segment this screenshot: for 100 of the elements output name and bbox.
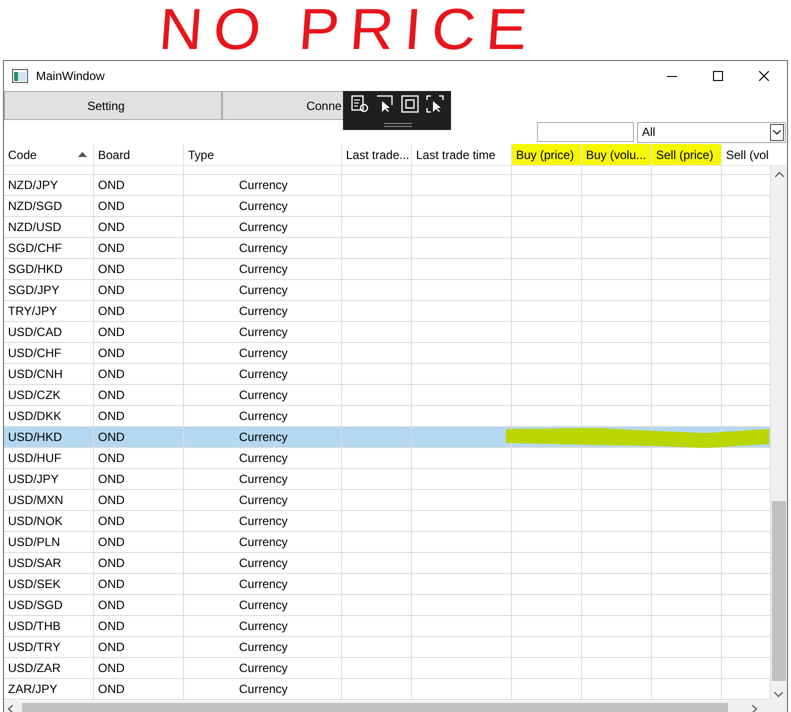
table-cell: USD/CZK: [4, 385, 94, 406]
table-row[interactable]: USD/TRY OND Currency: [4, 637, 771, 658]
table-cell: OND: [94, 175, 184, 196]
chevron-down-icon: [773, 130, 781, 134]
table-cell: [652, 166, 722, 175]
scroll-right-icon: [752, 705, 757, 712]
table-cell: Currency: [184, 595, 342, 616]
table-row[interactable]: SGD/JPY OND Currency: [4, 280, 771, 301]
scroll-up-icon: [774, 172, 784, 177]
table-cell: Currency: [184, 553, 342, 574]
table-cell: USD/ZAR: [4, 658, 94, 679]
app-icon: [12, 69, 28, 83]
table-cell: Currency: [184, 427, 342, 448]
table-cell: OND: [94, 280, 184, 301]
table-cell: USD/NOK: [4, 511, 94, 532]
column-header[interactable]: Sell (price): [652, 144, 722, 166]
table-cell: OND: [94, 637, 184, 658]
table-cell: NZD/SGD: [4, 196, 94, 217]
cursor-icon[interactable]: [376, 95, 394, 113]
table-cell: OND: [94, 532, 184, 553]
handwritten-annotation: NO PRICE: [156, 0, 540, 62]
table-row[interactable]: NZD/JPY OND Currency: [4, 175, 771, 196]
table-row[interactable]: USD/MXN OND Currency: [4, 490, 771, 511]
table-cell: [512, 166, 582, 175]
table-cell: USD/SGD: [4, 595, 94, 616]
table-cell: OND: [94, 658, 184, 679]
table-row[interactable]: NZD/SGD OND Currency: [4, 196, 771, 217]
table-row[interactable]: USD/ZAR OND Currency: [4, 658, 771, 679]
table-cell: USD/HKD: [4, 427, 94, 448]
table-cell: USD/HUF: [4, 448, 94, 469]
table-cell: OND: [94, 469, 184, 490]
table-cell: Currency: [184, 637, 342, 658]
column-header[interactable]: Type: [184, 144, 342, 166]
table-cell: SGD/HKD: [4, 259, 94, 280]
table-row[interactable]: SGD/HKD OND Currency: [4, 259, 771, 280]
table-cell: OND: [94, 490, 184, 511]
table-row[interactable]: USD/HUF OND Currency: [4, 448, 771, 469]
horizontal-scrollbar[interactable]: [4, 701, 787, 712]
table-row[interactable]: USD/SEK OND Currency: [4, 574, 771, 595]
column-header[interactable]: Last trade...: [342, 144, 412, 166]
table-cell: Currency: [184, 658, 342, 679]
table-cell: OND: [94, 196, 184, 217]
table-cell: Currency: [184, 217, 342, 238]
table-row[interactable]: USD/SGD OND Currency: [4, 595, 771, 616]
table-cell: OND: [94, 427, 184, 448]
column-header[interactable]: Buy (price): [512, 144, 582, 166]
table-cell: OND: [94, 238, 184, 259]
table-cell: USD/CAD: [4, 322, 94, 343]
table-cell: OND: [94, 553, 184, 574]
table-cell: TRY/JPY: [4, 301, 94, 322]
table-cell: [342, 166, 412, 175]
table-row[interactable]: USD/NOK OND Currency: [4, 511, 771, 532]
scrollbar-thumb[interactable]: [22, 703, 728, 712]
scroll-left-icon: [8, 705, 13, 712]
table-row[interactable]: USD/PLN OND Currency: [4, 532, 771, 553]
table-row[interactable]: USD/HKD OND Currency: [4, 427, 771, 448]
table-row[interactable]: USD/JPY OND Currency: [4, 469, 771, 490]
table-row[interactable]: USD/CZK OND Currency: [4, 385, 771, 406]
grip-icon: [384, 123, 412, 127]
table-row[interactable]: ZAR/JPY OND Currency: [4, 679, 771, 700]
table-cell: Currency: [184, 343, 342, 364]
table-cell: Currency: [184, 196, 342, 217]
table-row[interactable]: USD/CNH OND Currency: [4, 364, 771, 385]
select-element-icon[interactable]: [350, 95, 368, 113]
table-cell: OND: [94, 616, 184, 637]
table-cell: USD/MXN: [4, 490, 94, 511]
table-cell: SGD/CHF: [4, 238, 94, 259]
table-row[interactable]: USD/THB OND Currency: [4, 616, 771, 637]
table-cell: USD/PLN: [4, 532, 94, 553]
column-header[interactable]: Code: [4, 144, 94, 166]
column-header[interactable]: Board: [94, 144, 184, 166]
table-cell: Currency: [184, 679, 342, 700]
table-cell: Currency: [184, 448, 342, 469]
sort-ascending-icon: [78, 152, 87, 157]
column-header[interactable]: Buy (volu...: [582, 144, 652, 166]
table-cell: Currency: [184, 175, 342, 196]
toolbar-button[interactable]: Setting: [4, 91, 222, 120]
close-icon: [759, 71, 769, 81]
search-field[interactable]: [537, 122, 634, 142]
table-row[interactable]: USD/CHF OND Currency: [4, 343, 771, 364]
table-cell: OND: [94, 679, 184, 700]
select-region-icon[interactable]: [426, 95, 444, 113]
table-cell: Currency: [184, 616, 342, 637]
filter-dropdown[interactable]: All: [637, 122, 786, 142]
table-cell: Currency: [184, 238, 342, 259]
table-row[interactable]: TRY/JPY OND Currency: [4, 301, 771, 322]
table-row[interactable]: USD/CAD OND Currency: [4, 322, 771, 343]
table-row[interactable]: SGD/CHF OND Currency: [4, 238, 771, 259]
table-cell: OND: [94, 595, 184, 616]
window-title: MainWindow: [36, 69, 106, 83]
scrollbar-thumb[interactable]: [772, 501, 786, 681]
vertical-scrollbar[interactable]: [771, 166, 787, 701]
table-cell: NZD/USD: [4, 217, 94, 238]
table-cell: USD/CHF: [4, 343, 94, 364]
table-cell: Currency: [184, 574, 342, 595]
frame-icon[interactable]: [400, 95, 418, 113]
table-row[interactable]: USD/SAR OND Currency: [4, 553, 771, 574]
table-row[interactable]: NZD/USD OND Currency: [4, 217, 771, 238]
maximize-icon: [713, 71, 723, 81]
table-cell: SGD/JPY: [4, 280, 94, 301]
